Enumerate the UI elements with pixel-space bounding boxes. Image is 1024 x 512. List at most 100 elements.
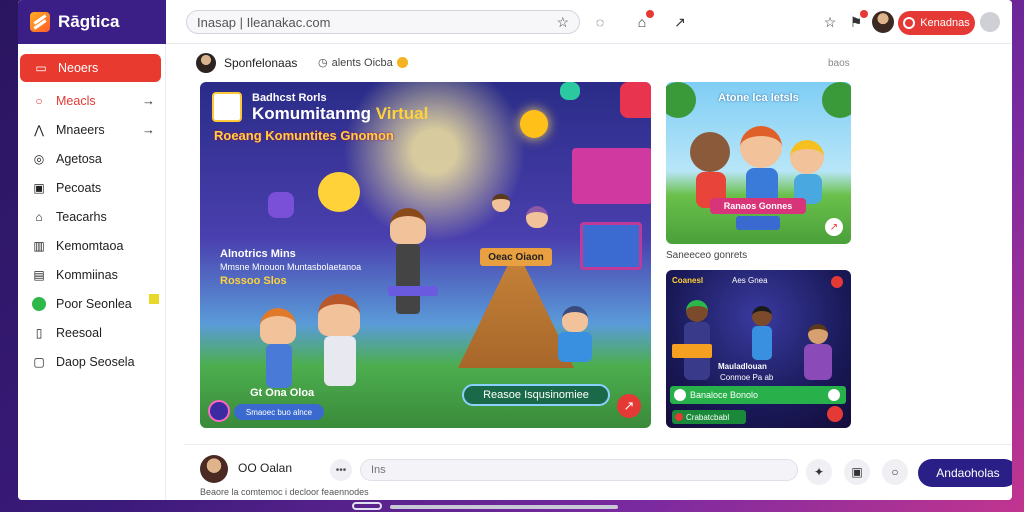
close-icon[interactable] xyxy=(831,276,843,288)
composer-input[interactable] xyxy=(360,459,798,481)
sidebar-item-6[interactable]: ▥ Kemomtaoa xyxy=(18,231,165,260)
alerts-icon[interactable]: ⚑ xyxy=(846,10,868,32)
tent-illustration xyxy=(458,248,574,368)
card-block-highlight: Rossoo Slos xyxy=(220,275,287,287)
sidebar-item-8[interactable]: Poor Seonlea xyxy=(18,289,165,318)
check-icon xyxy=(674,389,686,401)
sidebar-item-9[interactable]: ▯ Reesoal xyxy=(18,318,165,347)
chat-icon: ◎ xyxy=(33,151,45,166)
featured-post-card[interactable]: Oeac Oiaon Badhcst Rorls Komumitanmg Vir… xyxy=(200,82,651,428)
clock-icon: ◷ xyxy=(318,57,328,69)
sidebar-item-4[interactable]: ▣ Pecoats xyxy=(18,173,165,202)
card-title: Komumitanmg Virtual xyxy=(252,104,428,124)
app-logo[interactable]: Rāgtica xyxy=(18,0,166,44)
arrow-right-icon: → xyxy=(142,93,155,108)
badge-icon[interactable] xyxy=(208,400,230,422)
card-block-text: Mmsne Mnouon Muntasbolaetanoa xyxy=(220,262,362,272)
tent-sign: Oeac Oiaon xyxy=(480,248,552,266)
dock-logo-icon xyxy=(352,502,382,510)
side-card-2-action-label: Banaloce Bonolo xyxy=(690,390,759,400)
image-icon[interactable]: ▣ xyxy=(844,459,870,485)
sidebar-item-5[interactable]: ⌂ Teacarhs xyxy=(18,202,165,231)
live-button-label: Kenadnas xyxy=(920,17,970,29)
favorites-star-icon[interactable]: ☆ xyxy=(820,12,840,32)
chat-bubble-illustration xyxy=(620,82,651,118)
sidebar-item-2[interactable]: ⋀ Mnaeers → xyxy=(18,115,165,144)
sidebar-item-label: Reesoal xyxy=(56,325,102,340)
child-figure-body xyxy=(266,344,292,388)
child-figure-body xyxy=(324,336,356,386)
child-figure xyxy=(808,324,828,344)
more-link[interactable]: baos xyxy=(828,58,850,69)
card-title-text: Komumitanmg xyxy=(252,104,371,123)
sidebar-item-0[interactable]: ▭ Neoers xyxy=(20,54,161,82)
notification-badge xyxy=(646,10,654,18)
bookmark-star-icon[interactable]: ☆ xyxy=(556,14,569,31)
tablet-illustration xyxy=(580,222,642,270)
card-cta-button[interactable]: Reasoe Isqusinomiee xyxy=(462,384,610,406)
sidebar-item-3[interactable]: ◎ Agetosa xyxy=(18,144,165,173)
side-post-card-2[interactable]: Coanesl Aes Gnea Mauladlouan Conmoe Pa a… xyxy=(666,270,851,428)
share-icon[interactable]: ↗ xyxy=(617,394,641,418)
post-button[interactable]: Andaoholas xyxy=(918,459,1012,487)
feed-subtitle: ◷ alents Oicba xyxy=(318,56,408,69)
child-figure-body xyxy=(396,244,420,314)
tools-icon[interactable]: ↗ xyxy=(670,12,690,32)
user-avatar[interactable] xyxy=(872,11,894,33)
sidebar-item-1[interactable]: ○ Meacls → xyxy=(18,86,165,115)
side-card-2-tag-pill[interactable]: Crabatcbabl xyxy=(672,410,746,424)
child-figure xyxy=(790,140,824,174)
composer-footer-text: Beaore la comtemoc i decloor feaennodes xyxy=(200,487,369,497)
sidebar-item-label: Neoers xyxy=(58,61,99,75)
shield-icon[interactable]: ◌ xyxy=(590,12,610,32)
author-name[interactable]: Sponfelonaas xyxy=(224,56,297,70)
sidebar-item-10[interactable]: ▢ Daop Seosela xyxy=(18,347,165,376)
author-avatar[interactable] xyxy=(196,53,216,73)
sidebar-item-label: Mnaeers xyxy=(56,122,105,137)
child-figure xyxy=(740,126,782,168)
card-bottom-label: Gt Ona Oloa xyxy=(250,387,315,399)
record-icon xyxy=(675,413,683,421)
app-name: Rāgtica xyxy=(58,12,120,31)
child-figure xyxy=(562,306,588,332)
profile-menu-icon[interactable] xyxy=(980,12,1000,32)
child-figure-body xyxy=(752,326,772,360)
sidebar-item-label: Teacarhs xyxy=(56,209,107,224)
side-card-2-tag: Coanesl xyxy=(672,276,704,285)
side-card-2-heading: Mauladlouan xyxy=(718,362,767,371)
side-post-card-1[interactable]: Atone lca letsls Ranaos Gonnes ↗ xyxy=(666,82,851,244)
card-block-heading: Alnotrics Mins xyxy=(220,248,296,260)
notification-bell-icon[interactable]: ⌂ xyxy=(632,10,654,32)
composer-avatar[interactable] xyxy=(200,455,228,483)
top-bar: Rāgtica Inasap | Ileanakac.com ☆ ◌ ⌂ ↗ ☆… xyxy=(18,0,1012,44)
url-bar[interactable]: Inasap | Ileanakac.com ☆ xyxy=(186,10,580,34)
card-tag-pill[interactable]: Smaoec buo alnce xyxy=(234,404,324,420)
grid-icon: ▤ xyxy=(33,267,45,282)
child-figure xyxy=(690,132,730,172)
scroll-indicator[interactable] xyxy=(390,505,618,509)
side-card-2-title: Aes Gnea xyxy=(732,276,768,285)
alerts-badge xyxy=(860,10,868,18)
floating-tile-illustration xyxy=(268,192,294,218)
record-icon xyxy=(903,17,916,29)
sidebar-item-7[interactable]: ▤ Kommiinas xyxy=(18,260,165,289)
settings-icon[interactable]: ○ xyxy=(882,459,908,485)
people-icon: ⋀ xyxy=(34,122,44,137)
share-icon[interactable] xyxy=(827,406,843,422)
card-overline: Badhcst Rorls xyxy=(252,92,327,104)
sidebar-item-label: Meacls xyxy=(56,93,96,108)
emoji-icon[interactable]: ✦ xyxy=(806,459,832,485)
phone-icon: ▢ xyxy=(33,354,45,369)
url-text[interactable]: Inasap | Ileanakac.com xyxy=(197,15,556,30)
more-options-icon[interactable]: ••• xyxy=(330,459,352,481)
live-button[interactable]: Kenadnas xyxy=(898,11,975,35)
lock-icon: ⌂ xyxy=(35,209,43,224)
share-icon[interactable]: ↗ xyxy=(825,218,843,236)
refresh-icon xyxy=(828,389,840,401)
app-window: Rāgtica Inasap | Ileanakac.com ☆ ◌ ⌂ ↗ ☆… xyxy=(18,0,1012,500)
side-card-2-action-bar[interactable]: Banaloce Bonolo xyxy=(670,386,846,404)
child-figure-body xyxy=(558,332,592,362)
monitor-illustration xyxy=(572,148,651,204)
child-figure xyxy=(390,208,426,244)
composer-name: OO Oalan xyxy=(238,461,293,475)
